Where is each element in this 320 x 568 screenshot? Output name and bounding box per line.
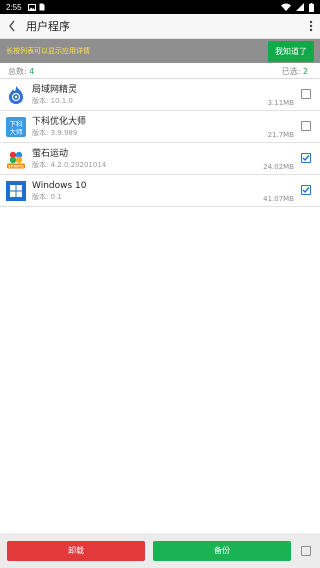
icon-text-bottom: 大师 [10, 127, 24, 136]
select-checkbox[interactable] [301, 89, 311, 99]
lan-spirit-app-icon [9, 85, 23, 104]
select-all-checkbox[interactable] [301, 545, 311, 556]
selected-label: 已选: [281, 66, 303, 76]
app-name: Windows 10 [32, 180, 87, 191]
page-title: 用户程序 [26, 20, 70, 33]
got-it-button[interactable]: 我知道了 [268, 40, 314, 62]
uninstall-button[interactable]: 卸载 [7, 540, 145, 561]
checkmark-icon [302, 187, 310, 194]
app-size: 21.7MB [267, 131, 294, 139]
sim-icon [39, 3, 45, 11]
app-version: 版本: 0.1 [32, 192, 62, 201]
tip-banner: 长按列表可以显示应用详情 我知道了 [0, 39, 320, 63]
windows-app-icon [6, 180, 26, 201]
icon-text: SPORTS [8, 164, 24, 168]
app-size: 24.02MB [263, 163, 294, 171]
list-item[interactable]: Windows 10 版本: 0.1 41.07MB [0, 175, 320, 207]
app-name: 局域网精灵 [32, 84, 78, 95]
app-version: 版本: 3.9.989 [32, 128, 78, 137]
bottom-action-bar: 卸载 备份 [0, 533, 320, 568]
app-version: 版本: 10.1.0 [32, 96, 73, 105]
app-name: 萤石运动 [32, 148, 69, 159]
app-bar: 用户程序 [0, 14, 320, 39]
select-checkbox[interactable] [301, 153, 311, 163]
total-count: 总数: 4 [8, 66, 34, 77]
optimizer-app-icon: 下科 大师 [6, 116, 26, 137]
sports-app-icon: SPORTS [7, 151, 25, 168]
app-size: 3.11MB [267, 99, 294, 107]
select-checkbox[interactable] [301, 185, 311, 195]
chevron-left-icon [9, 20, 15, 32]
app-name: 下科优化大师 [32, 116, 87, 127]
status-bar: 2:55 [0, 0, 320, 14]
more-vert-icon [309, 20, 313, 32]
icon-text-top: 下科 [10, 119, 24, 128]
back-button[interactable] [0, 14, 24, 38]
tip-text: 长按列表可以显示应用详情 [6, 47, 90, 55]
battery-icon [309, 2, 314, 12]
status-time: 2:55 [6, 2, 22, 12]
select-checkbox[interactable] [301, 121, 311, 131]
app-version: 版本: 4.2.0.20201014 [32, 160, 107, 169]
app-size: 41.07MB [263, 195, 294, 203]
list-item[interactable]: 局域网精灵 版本: 10.1.0 3.11MB [0, 79, 320, 111]
selected-count: 已选: 2 [282, 66, 308, 77]
overflow-menu-button[interactable] [302, 14, 320, 38]
gallery-icon [27, 3, 36, 11]
app-list: 局域网精灵 版本: 10.1.0 3.11MB 下科 大师 下科优化大师 版本:… [0, 79, 320, 207]
backup-button[interactable]: 备份 [153, 540, 291, 561]
count-bar: 总数: 4 已选: 2 [0, 64, 320, 79]
signal-icon [296, 3, 304, 11]
wifi-icon [281, 3, 291, 11]
selected-value: 2 [302, 66, 308, 76]
checkmark-icon [302, 155, 310, 162]
total-label: 总数: [8, 66, 30, 76]
total-value: 4 [29, 66, 35, 76]
list-item[interactable]: 下科 大师 下科优化大师 版本: 3.9.989 21.7MB [0, 111, 320, 143]
list-item[interactable]: SPORTS 萤石运动 版本: 4.2.0.20201014 24.02MB [0, 143, 320, 175]
